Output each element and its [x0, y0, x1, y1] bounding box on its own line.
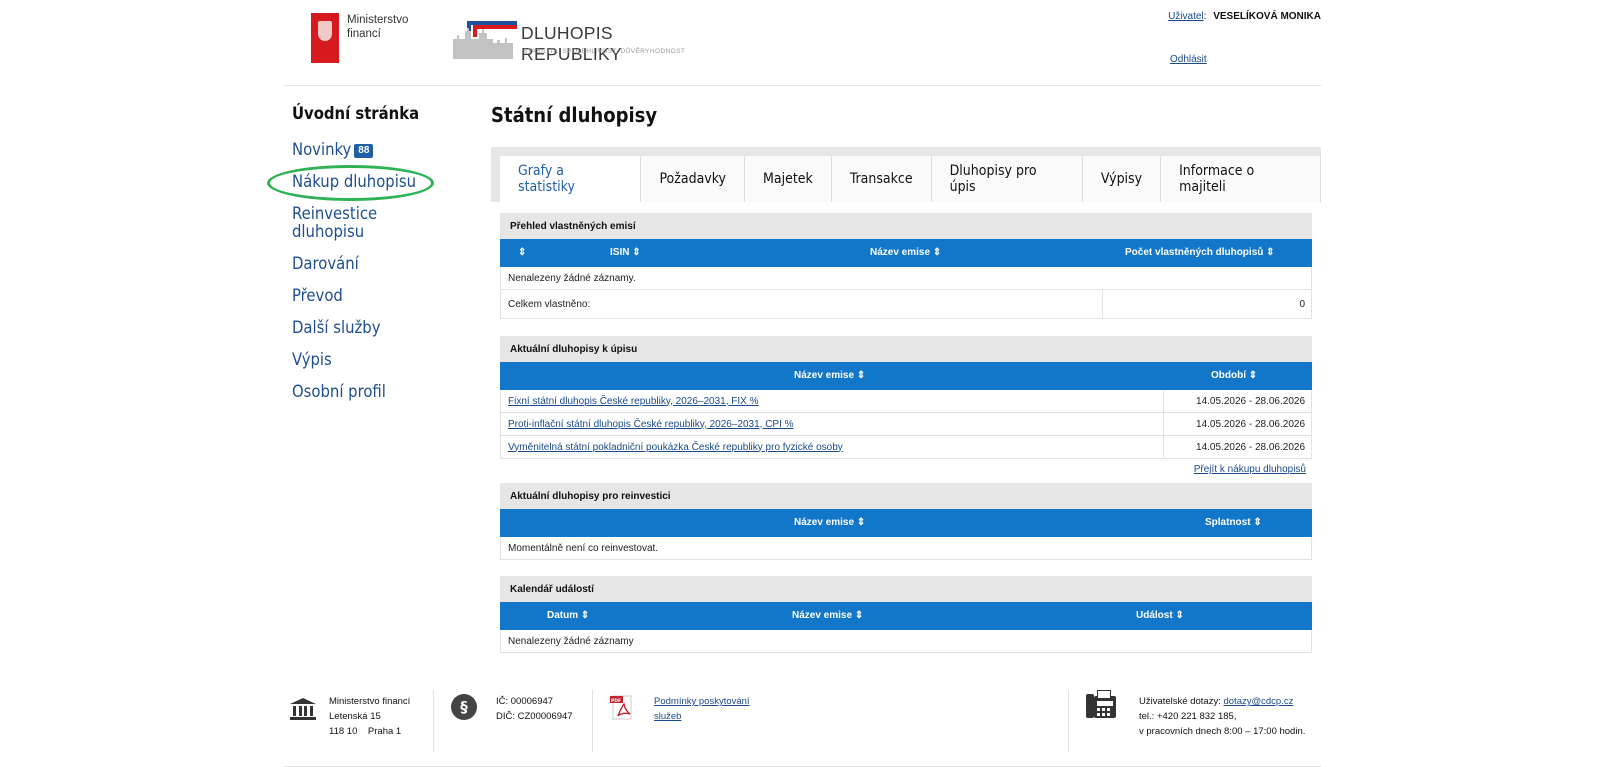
- col-isin[interactable]: ISIN ⇕: [610, 247, 641, 258]
- events-calendar-section: Kalendář událostí Datum ⇕ Název emise ⇕ …: [500, 576, 1312, 653]
- col-date[interactable]: Datum ⇕: [547, 610, 589, 621]
- col-maturity[interactable]: Splatnost ⇕: [1205, 517, 1262, 528]
- reinvest-section: Aktuální dluhopisy pro reinvestici Název…: [500, 483, 1312, 560]
- sidebar-nav: Úvodní stránka Novinky 88 Nákup dluhopisu…: [267, 105, 452, 415]
- ministry-logo-text: Ministerstvo financí: [347, 14, 409, 40]
- sidebar-item-news[interactable]: Novinky 88: [292, 141, 452, 159]
- address: Ministerstvo financí Letenská 15 118 10 …: [329, 696, 411, 737]
- table-row: Vyměnitelná státní pokladniční poukázka …: [500, 436, 1312, 459]
- sort-icon[interactable]: ⇕: [518, 247, 526, 258]
- paragraph-law-icon: §: [451, 694, 477, 720]
- dluhopis-republiky-logo[interactable]: DLUHOPIS REPUBLIKY STABILITA, SPOLEHLIVO…: [453, 13, 703, 64]
- col-issue-name[interactable]: Název emise ⇕: [792, 610, 863, 621]
- goto-purchase: Přejít k nákupu dluhopisů: [500, 459, 1312, 475]
- contact-info: Uživatelské dotazy: dotazy@cdcp.cz tel.:…: [1139, 696, 1306, 737]
- table-header: Datum ⇕ Název emise ⇕ Událost ⇕: [500, 602, 1312, 630]
- empty-row: Momentálně není co reinvestovat.: [500, 537, 1312, 560]
- tab-statements[interactable]: Výpisy: [1082, 156, 1162, 202]
- tab-charts[interactable]: Grafy a statistiky: [500, 156, 642, 202]
- page-title: Státní dluhopisy: [491, 103, 658, 127]
- contact-email-link[interactable]: dotazy@cdcp.cz: [1223, 696, 1293, 707]
- col-owned-count[interactable]: Počet vlastněných dluhopisů ⇕: [1125, 247, 1275, 258]
- section-title: Aktuální dluhopisy k úpisu: [500, 336, 1312, 362]
- sidebar-item-transfer[interactable]: Převod: [292, 287, 452, 305]
- tab-bonds-for-subscription[interactable]: Dluhopisy pro úpis: [931, 156, 1083, 202]
- prague-skyline-icon: [453, 21, 517, 59]
- user-name: VESELÍKOVÁ MONIKA: [1213, 11, 1321, 22]
- phone-fax-icon: [1086, 690, 1116, 718]
- total-row: Celkem vlastněno: 0: [500, 290, 1312, 319]
- tab-requests[interactable]: Požadavky: [641, 156, 745, 202]
- col-issue-name[interactable]: Název emise ⇕: [794, 517, 865, 528]
- bond-link[interactable]: Fixní státní dluhopis České republiky, 2…: [508, 396, 759, 407]
- svg-text:§: §: [460, 698, 468, 716]
- lion-emblem-icon: [311, 13, 339, 63]
- company-ids: IČ: 00006947 DIČ: CZ00006947: [496, 696, 573, 722]
- svg-text:PDF: PDF: [611, 698, 621, 704]
- table-row: Fixní státní dluhopis České republiky, 2…: [500, 390, 1312, 413]
- total-label: Celkem vlastněno:: [508, 298, 591, 310]
- section-title: Přehled vlastněných emisí: [500, 213, 1312, 239]
- sidebar-item-home[interactable]: Úvodní stránka: [292, 105, 452, 123]
- col-issue-name[interactable]: Název emise ⇕: [870, 247, 941, 258]
- sidebar-item-statement[interactable]: Výpis: [292, 351, 452, 369]
- tab-owner-info[interactable]: Informace o majiteli: [1161, 156, 1321, 202]
- sidebar-item-other-services[interactable]: Další služby: [292, 319, 452, 337]
- pdf-icon: PDF: [610, 695, 632, 720]
- table-row: Proti-inflační státní dluhopis České rep…: [500, 413, 1312, 436]
- sidebar-item-profile[interactable]: Osobní profil: [292, 383, 452, 401]
- period-cell: 14.05.2026 - 28.06.2026: [1196, 418, 1305, 430]
- table-header: Název emise ⇕ Období ⇕: [500, 362, 1312, 390]
- institution-icon: [290, 698, 316, 720]
- table-header: ⇕ ISIN ⇕ Název emise ⇕ Počet vlastněných…: [500, 239, 1312, 267]
- news-count-badge: 88: [354, 144, 374, 158]
- footer: Ministerstvo financí Letenská 15 118 10 …: [284, 690, 1321, 767]
- current-subscription-section: Aktuální dluhopisy k úpisu Název emise ⇕…: [500, 336, 1312, 475]
- owned-issues-section: Přehled vlastněných emisí ⇕ ISIN ⇕ Název…: [500, 213, 1312, 319]
- empty-row: Nenalezeny žádné záznamy.: [500, 267, 1312, 290]
- brand-subtitle: STABILITA, SPOLEHLIVOST, DŮVĚRYHODNOST: [523, 48, 686, 55]
- sidebar-item-label: Nákup dluhopisu: [292, 172, 416, 191]
- user-profile-link[interactable]: Uživatel: [1168, 11, 1204, 22]
- ministry-logo[interactable]: Ministerstvo financí: [311, 13, 408, 63]
- total-value: 0: [1299, 298, 1305, 310]
- period-cell: 14.05.2026 - 28.06.2026: [1196, 441, 1305, 453]
- logout-link[interactable]: Odhlásit: [1170, 54, 1207, 65]
- terms-link-wrap: Podmínky poskytování služeb: [654, 694, 750, 724]
- sidebar-item-donation[interactable]: Darování: [292, 255, 452, 273]
- period-cell: 14.05.2026 - 28.06.2026: [1196, 395, 1305, 407]
- goto-purchase-link[interactable]: Přejít k nákupu dluhopisů: [1194, 464, 1306, 475]
- brand-title: DLUHOPIS REPUBLIKY: [521, 23, 622, 64]
- sidebar-item-reinvest[interactable]: Reinvestice dluhopisu: [292, 205, 392, 241]
- header: Ministerstvo financí DLUHOPIS REPUBLIKY …: [284, 0, 1321, 86]
- col-issue-name[interactable]: Název emise ⇕: [794, 370, 865, 381]
- col-event[interactable]: Událost ⇕: [1136, 610, 1184, 621]
- sidebar-item-buy-bond[interactable]: Nákup dluhopisu: [267, 165, 452, 201]
- table-header: Název emise ⇕ Splatnost ⇕: [500, 509, 1312, 537]
- bond-link[interactable]: Vyměnitelná státní pokladniční poukázka …: [508, 442, 843, 453]
- tab-transactions[interactable]: Transakce: [831, 156, 932, 202]
- tabs-bar: Grafy a statistiky Požadavky Majetek Tra…: [491, 147, 1321, 202]
- terms-link[interactable]: Podmínky poskytování služeb: [654, 696, 750, 722]
- bond-link[interactable]: Proti-inflační státní dluhopis České rep…: [508, 419, 794, 430]
- section-title: Kalendář událostí: [500, 576, 1312, 602]
- tab-assets[interactable]: Majetek: [744, 156, 832, 202]
- col-period[interactable]: Období ⇕: [1211, 370, 1257, 381]
- sidebar-item-label: Novinky: [292, 140, 352, 159]
- empty-row: Nenalezeny žádné záznamy: [500, 630, 1312, 653]
- section-title: Aktuální dluhopisy pro reinvestici: [500, 483, 1312, 509]
- user-info: Uživatel: VESELÍKOVÁ MONIKA: [1168, 11, 1321, 22]
